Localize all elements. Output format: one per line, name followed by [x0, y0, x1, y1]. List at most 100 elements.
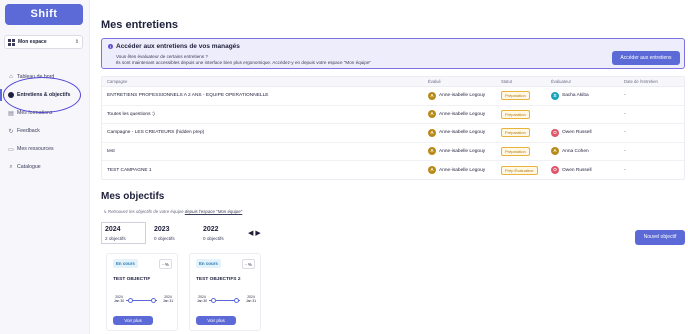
- evaluator-name: Owen Russell: [562, 167, 592, 173]
- avatar: O: [551, 128, 559, 137]
- sidebar-item-label: Entretiens & objectifs: [17, 92, 71, 98]
- objective-card[interactable]: En cours - % TEST OBJECTIF 2024 Jan 30 2…: [106, 253, 178, 331]
- objectives-hint: ↳ Retrouvez les objectifs de votre équip…: [103, 209, 242, 215]
- banner-text: Vous êtes évaluateur de certains entreti…: [116, 54, 208, 59]
- column-header[interactable]: Date de l'entretien: [624, 79, 684, 84]
- column-header[interactable]: Statut: [501, 79, 551, 84]
- evaluee-cell: A Anne-isabelle Legouy: [428, 91, 501, 100]
- status-cell: Préparation: [501, 109, 551, 119]
- book-icon: ▤: [8, 110, 14, 117]
- status-badge: Prép Évaluateur: [501, 165, 538, 175]
- column-header[interactable]: Évaluateur: [551, 79, 624, 84]
- see-more-button[interactable]: Voir plus: [113, 316, 153, 325]
- table-header: Campagne Évalué Statut Évaluateur Date d…: [102, 77, 684, 87]
- table-row[interactable]: Toutes les questions :) A Anne-isabelle Le…: [102, 106, 684, 124]
- sidebar-item-resources[interactable]: ▭ Mes ressources: [0, 140, 90, 158]
- sidebar-item-trainings[interactable]: ▤ Mes formations: [0, 104, 90, 122]
- sidebar-item-feedback[interactable]: ↻ Feedback: [0, 122, 90, 140]
- progress-percent: - %: [159, 259, 172, 269]
- year-label: 2022: [203, 226, 219, 233]
- progress-percent: - %: [242, 259, 255, 269]
- chevron-updown-icon: ⇕: [74, 39, 79, 45]
- objectives-title: Mes objectifs: [101, 191, 165, 202]
- evaluator-name: Sacha Akiba: [562, 93, 589, 99]
- sidebar-item-label: Mes formations: [17, 110, 53, 116]
- start-date: 2024 Jan 30: [113, 295, 125, 303]
- see-more-button[interactable]: Voir plus: [196, 316, 236, 325]
- chevron-right-icon[interactable]: ▶: [255, 230, 260, 237]
- objective-title: TEST OBJECTIFS 2: [196, 277, 241, 282]
- date-cell: -: [624, 148, 626, 154]
- year-label: 2023: [154, 226, 170, 233]
- table-row[interactable]: TEST CAMPAGNE 1 A Anne-isabelle Legouy Prép…: [102, 161, 684, 180]
- interviews-table: Campagne Évalué Statut Évaluateur Date d…: [101, 76, 685, 180]
- status-badge: En cours: [113, 259, 138, 268]
- objective-card[interactable]: En cours - % TEST OBJECTIFS 2 2024 Jan 3…: [189, 253, 261, 331]
- sidebar-item-interviews-objectives[interactable]: Entretiens & objectifs: [0, 86, 90, 104]
- year-navigation: ◀ ▶: [248, 229, 261, 237]
- status-badge: En cours: [196, 259, 221, 268]
- evaluee-name: Anne-isabelle Legouy: [439, 130, 486, 136]
- sidebar-item-label: Tableau de bord: [17, 74, 55, 80]
- table-row[interactable]: ENTRETIENS PROFESSIONNELS A 2 ANS - EQUI…: [102, 87, 684, 106]
- avatar: A: [428, 166, 436, 175]
- refresh-icon: ↻: [8, 128, 14, 135]
- end-date: 2024 Jan 31: [162, 295, 174, 303]
- status-badge: Préparation: [501, 109, 530, 119]
- access-interviews-button[interactable]: Accéder aux entretiens: [612, 51, 680, 65]
- evaluee-cell: A Anne-isabelle Legouy: [428, 147, 501, 156]
- info-icon: i: [108, 44, 113, 49]
- sidebar-item-dashboard[interactable]: ⌂ Tableau de bord: [0, 68, 90, 86]
- shift-logo[interactable]: Shift: [5, 4, 83, 25]
- evaluee-cell: A Anne-isabelle Legouy: [428, 166, 501, 175]
- home-icon: ⌂: [9, 74, 13, 80]
- avatar: A: [551, 147, 559, 156]
- banner-title: Accéder aux entretiens de vos managés: [116, 43, 240, 50]
- table-row[interactable]: Campagne - LES CREATEURS (hidden prep) A A…: [102, 124, 684, 143]
- sidebar-item-catalogue[interactable]: ⌕ Catalogue: [0, 158, 90, 176]
- evaluator-name: Anna Cohen: [562, 148, 589, 154]
- campaign-cell: ENTRETIENS PROFESSIONNELS A 2 ANS - EQUI…: [107, 93, 269, 99]
- campaign-cell: Campagne - LES CREATEURS (hidden prep): [107, 130, 205, 136]
- year-tab-2023[interactable]: 2023 0 objectifs: [150, 222, 195, 244]
- evaluator-cell: A Anna Cohen: [551, 147, 624, 156]
- evaluator-cell: O Owen Russell: [551, 166, 624, 175]
- chevron-left-icon[interactable]: ◀: [248, 230, 253, 237]
- new-objective-button[interactable]: Nouvel objectif: [635, 230, 685, 245]
- folder-icon: ▭: [8, 146, 14, 153]
- timeline-end-dot: [234, 298, 239, 303]
- year-tabs: 2024 2 objectifs 2023 0 objectifs 2022 0…: [101, 222, 248, 244]
- evaluee-name: Anne-isabelle Legouy: [439, 148, 486, 154]
- campaign-cell: Toutes les questions :): [107, 111, 155, 117]
- status-cell: Préparation: [501, 128, 551, 138]
- banner-text: Ils sont maintenant accessibles depuis u…: [116, 60, 372, 65]
- campaign-cell: test: [107, 148, 115, 154]
- timeline-end-dot: [151, 298, 156, 303]
- column-header[interactable]: Évalué: [428, 79, 501, 84]
- year-tab-2024[interactable]: 2024 2 objectifs: [101, 222, 146, 244]
- status-cell: Préparation: [501, 146, 551, 156]
- avatar: O: [551, 166, 559, 175]
- year-count: 0 objectifs: [154, 236, 175, 241]
- date-cell: -: [624, 111, 626, 117]
- status-badge: Préparation: [501, 128, 530, 138]
- year-tab-2022[interactable]: 2022 0 objectifs: [199, 222, 244, 244]
- space-label: Mon espace: [18, 39, 47, 45]
- timeline-start-dot: [128, 298, 133, 303]
- team-space-link[interactable]: depuis l'espace "Mon équipe": [185, 209, 242, 214]
- table-row[interactable]: test A Anne-isabelle Legouy Préparation A Ann…: [102, 143, 684, 161]
- sidebar-item-label: Catalogue: [17, 164, 41, 170]
- evaluee-name: Anne-isabelle Legouy: [439, 111, 486, 117]
- status-badge: Préparation: [501, 146, 530, 156]
- main-content: Mes entretiens i Accéder aux entretiens …: [101, 0, 688, 334]
- avatar: S: [551, 91, 559, 100]
- date-cell: -: [624, 167, 626, 173]
- column-header[interactable]: Campagne: [102, 79, 428, 84]
- status-badge: Préparation: [501, 91, 530, 101]
- evaluee-cell: A Anne-isabelle Legouy: [428, 110, 501, 119]
- sidebar-item-label: Mes ressources: [17, 146, 54, 152]
- avatar: A: [428, 128, 436, 137]
- start-date: 2024 Jan 30: [196, 295, 208, 303]
- space-selector[interactable]: Mon espace ⇕: [4, 35, 83, 49]
- search-icon: ⌕: [9, 163, 13, 170]
